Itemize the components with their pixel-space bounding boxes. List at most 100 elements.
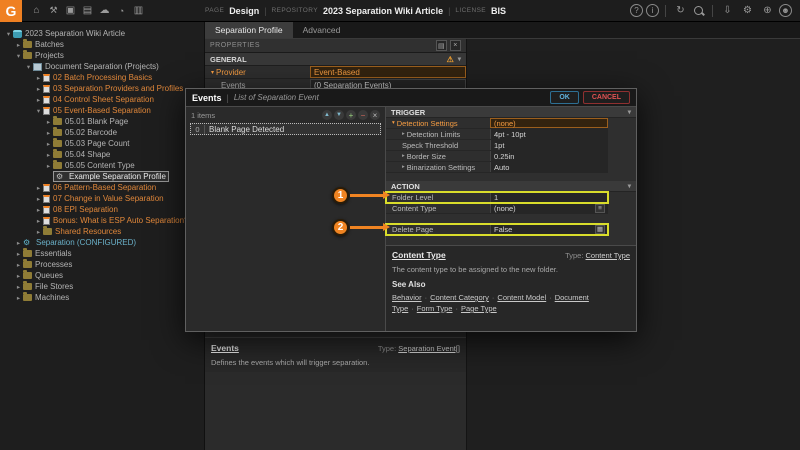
tree-item[interactable]: 06 Pattern-Based Separation (0, 182, 204, 193)
tree-item[interactable]: 08 EPI Separation (0, 204, 204, 215)
tree-item[interactable]: 04 Control Sheet Separation (0, 94, 204, 105)
tree-item[interactable]: 02 Batch Processing Basics (0, 72, 204, 83)
binarization-settings-value[interactable]: Auto (490, 162, 608, 172)
detection-limits-label[interactable]: Detection Limits (386, 129, 490, 139)
tree-item[interactable]: File Stores (0, 281, 204, 292)
chevron-right-icon[interactable] (34, 195, 43, 203)
chevron-right-icon[interactable] (34, 184, 43, 192)
delete-page-label[interactable]: Delete Page (386, 224, 490, 234)
menu-icon[interactable] (595, 204, 605, 213)
remove-item-icon[interactable] (358, 110, 368, 120)
clear-icon[interactable] (370, 110, 380, 120)
tree-item[interactable]: 07 Change in Value Separation (0, 193, 204, 204)
link-content-model[interactable]: Content Model (497, 293, 546, 302)
tree-item[interactable]: 05.01 Blank Page (0, 116, 204, 127)
download-icon[interactable] (719, 3, 736, 19)
tree-item[interactable]: 05 Event-Based Separation (0, 105, 204, 116)
chevron-down-icon[interactable] (14, 52, 23, 60)
chevron-down-icon[interactable] (211, 69, 214, 76)
ok-button[interactable]: OK (550, 91, 579, 104)
chevron-down-icon[interactable] (24, 63, 33, 71)
tree-item[interactable]: 03 Separation Providers and Profiles (0, 83, 204, 94)
chevron-right-icon[interactable] (402, 131, 405, 137)
tree-item[interactable]: Separation (CONFIGURED) (0, 237, 204, 248)
repository-icon[interactable] (79, 3, 96, 19)
provider-label[interactable]: Provider (205, 66, 310, 78)
delete-page-value[interactable]: False (490, 224, 608, 234)
chevron-right-icon[interactable] (34, 74, 43, 82)
home-icon[interactable] (28, 3, 45, 19)
tab-advanced[interactable]: Advanced (293, 22, 351, 38)
chevron-right-icon[interactable] (44, 140, 53, 148)
tree-item[interactable]: Document Separation (Projects) (0, 61, 204, 72)
close-icon[interactable] (450, 40, 461, 51)
info-icon[interactable] (646, 4, 659, 17)
detection-settings-value[interactable]: (none) (490, 118, 608, 128)
tree-item[interactable]: 05.03 Page Count (0, 138, 204, 149)
tree-item[interactable]: Queues (0, 270, 204, 281)
help-icon[interactable] (630, 4, 643, 17)
provider-value[interactable]: Event-Based (310, 66, 466, 78)
reports-icon[interactable] (113, 3, 130, 19)
folder-level-label[interactable]: Folder Level (386, 192, 490, 202)
tree-item[interactable]: Processes (0, 259, 204, 270)
link-content-category[interactable]: Content Category (430, 293, 489, 302)
refresh-icon[interactable] (672, 3, 689, 19)
user-icon[interactable] (779, 4, 792, 17)
tree-item[interactable]: 05.05 Content Type (0, 160, 204, 171)
tree-item[interactable]: Essentials (0, 248, 204, 259)
tree-item[interactable]: Machines (0, 292, 204, 303)
tree-item[interactable]: Shared Resources (0, 226, 204, 237)
chevron-right-icon[interactable] (14, 272, 23, 280)
event-list-item[interactable]: 0 Blank Page Detected (190, 123, 381, 135)
type-link[interactable]: Content Type (586, 251, 630, 260)
binarization-settings-label[interactable]: Binarization Settings (386, 162, 490, 172)
chevron-right-icon[interactable] (14, 294, 23, 302)
chevron-right-icon[interactable] (34, 96, 43, 104)
chevron-down-icon[interactable] (34, 107, 43, 115)
chevron-right-icon[interactable] (14, 250, 23, 258)
tree-item[interactable]: Batches (0, 39, 204, 50)
content-type-label[interactable]: Content Type (386, 203, 490, 213)
settings-icon[interactable] (739, 3, 756, 19)
tree-item[interactable]: 2023 Separation Wiki Article (0, 28, 204, 39)
tree-item[interactable]: 05.02 Barcode (0, 127, 204, 138)
dropdown-icon[interactable] (595, 225, 605, 234)
border-size-value[interactable]: 0.25in (490, 151, 608, 161)
chevron-down-icon[interactable] (628, 108, 631, 116)
chevron-right-icon[interactable] (34, 206, 43, 214)
move-up-icon[interactable] (322, 110, 332, 120)
action-section-header[interactable]: ACTION (386, 181, 636, 192)
chevron-down-icon[interactable] (458, 55, 461, 63)
chevron-down-icon[interactable] (628, 182, 631, 190)
chevron-right-icon[interactable] (402, 164, 405, 170)
chevron-right-icon[interactable] (44, 151, 53, 159)
speck-threshold-label[interactable]: Speck Threshold (386, 140, 490, 150)
chevron-right-icon[interactable] (44, 129, 53, 137)
chevron-right-icon[interactable] (34, 85, 43, 93)
tree-item[interactable]: 05.04 Shape (0, 149, 204, 160)
globe-icon[interactable] (759, 3, 776, 19)
tree-item-selected[interactable]: Example Separation Profile (0, 171, 204, 182)
detection-settings-label[interactable]: Detection Settings (386, 118, 490, 128)
trigger-section-header[interactable]: TRIGGER (386, 107, 636, 118)
grooper-logo[interactable]: G (0, 0, 22, 22)
tools-icon[interactable] (45, 3, 62, 19)
search-icon[interactable] (692, 4, 706, 18)
save-icon[interactable] (436, 40, 447, 51)
chevron-right-icon[interactable] (14, 41, 23, 49)
chevron-right-icon[interactable] (402, 153, 405, 159)
border-size-label[interactable]: Border Size (386, 151, 490, 161)
add-item-icon[interactable] (346, 110, 356, 120)
general-section-header[interactable]: GENERAL (205, 53, 466, 66)
content-type-value[interactable]: (none) (490, 203, 608, 213)
move-down-icon[interactable] (334, 110, 344, 120)
link-form-type[interactable]: Form Type (417, 304, 453, 313)
tree-item[interactable]: Bonus: What is ESP Auto Separation? (0, 215, 204, 226)
speck-threshold-value[interactable]: 1pt (490, 140, 608, 150)
tree-item[interactable]: Projects (0, 50, 204, 61)
cloud-icon[interactable] (96, 3, 113, 19)
cancel-button[interactable]: CANCEL (583, 91, 630, 104)
type-link[interactable]: Separation Event[] (398, 344, 460, 353)
tab-separation-profile[interactable]: Separation Profile (205, 22, 293, 38)
